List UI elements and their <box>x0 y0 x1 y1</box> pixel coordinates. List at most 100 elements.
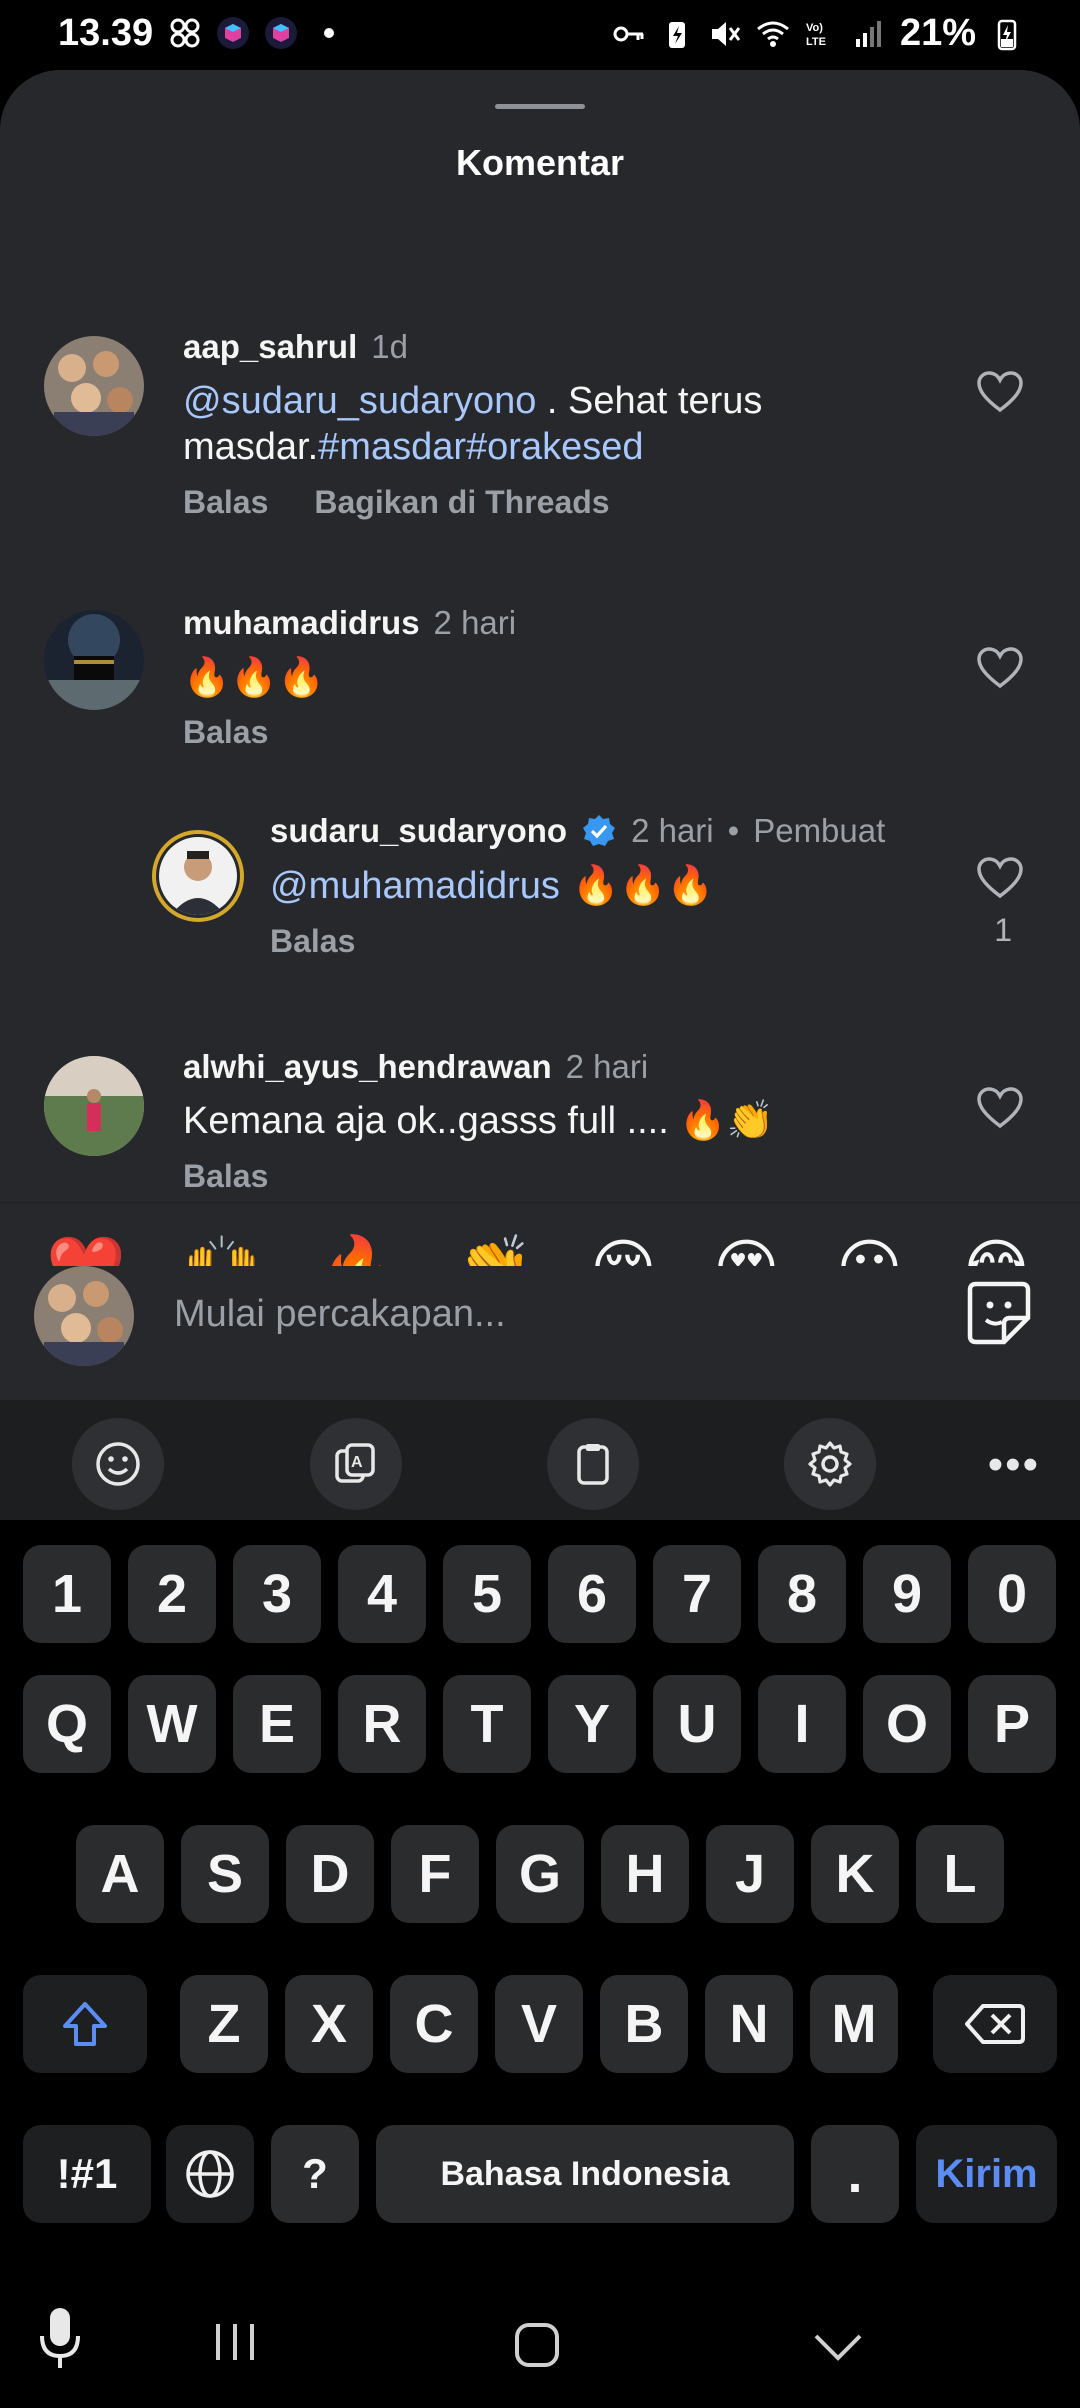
globe-icon <box>186 2150 234 2198</box>
comment-time: 1d <box>371 328 408 365</box>
battery-saver-icon <box>668 21 685 48</box>
sticker-icon[interactable] <box>964 1278 1034 1348</box>
key-c[interactable]: C <box>390 1975 478 2073</box>
key-g[interactable]: G <box>496 1825 584 1923</box>
key-j[interactable]: J <box>706 1825 794 1923</box>
more-options-icon[interactable]: ••• <box>988 1440 1040 1490</box>
comment-actions: Balas Bagikan di Threads <box>183 484 950 521</box>
key-1[interactable]: 1 <box>23 1545 111 1643</box>
key-v[interactable]: V <box>495 1975 583 2073</box>
microphone-icon[interactable] <box>36 2304 84 2374</box>
emoji-keyboard-button[interactable] <box>72 1418 164 1510</box>
keyboard-settings-button[interactable] <box>784 1418 876 1510</box>
reply-button[interactable]: Balas <box>183 484 268 521</box>
key-z[interactable]: Z <box>180 1975 268 2073</box>
like-heart-icon[interactable] <box>976 646 1024 690</box>
key-3[interactable]: 3 <box>233 1545 321 1643</box>
mention-link[interactable]: @muhamadidrus <box>270 865 560 907</box>
key-s[interactable]: S <box>181 1825 269 1923</box>
comment-body: alwhi_ayus_hendrawan 2 hari Kemana aja o… <box>183 1048 950 1195</box>
space-key[interactable]: Bahasa Indonesia <box>376 2125 794 2223</box>
comment-item: muhamadidrus 2 hari 🔥🔥🔥 Balas <box>0 520 1080 750</box>
avatar[interactable] <box>44 610 144 710</box>
key-8[interactable]: 8 <box>758 1545 846 1643</box>
key-t[interactable]: T <box>443 1675 531 1773</box>
key-9[interactable]: 9 <box>863 1545 951 1643</box>
reply-button[interactable]: Balas <box>270 923 355 960</box>
creator-avatar[interactable] <box>152 830 244 922</box>
key-m[interactable]: M <box>810 1975 898 2073</box>
cube-app-icon <box>217 17 249 49</box>
pinwheel-icon <box>170 18 200 48</box>
key-l[interactable]: L <box>916 1825 1004 1923</box>
backspace-key[interactable] <box>933 1975 1057 2073</box>
key-u[interactable]: U <box>653 1675 741 1773</box>
battery-charging-icon <box>997 19 1017 50</box>
comment-time: 2 hari <box>631 812 714 849</box>
dot-icon <box>324 28 334 38</box>
key-2[interactable]: 2 <box>128 1545 216 1643</box>
clipboard-button[interactable] <box>547 1418 639 1510</box>
comment-body: aap_sahrul 1d @sudaru_sudaryono . Sehat … <box>183 328 950 521</box>
mention-link[interactable]: @sudaru_sudaryono <box>183 380 536 422</box>
mute-icon <box>711 21 741 46</box>
period-key[interactable]: . <box>811 2125 899 2223</box>
key-i[interactable]: I <box>758 1675 846 1773</box>
key-a[interactable]: A <box>76 1825 164 1923</box>
like-heart-icon[interactable] <box>976 1086 1024 1130</box>
like-count: 1 <box>994 912 1012 948</box>
key-y[interactable]: Y <box>548 1675 636 1773</box>
language-key[interactable] <box>166 2125 254 2223</box>
comment-list[interactable]: aap_sahrul 1d @sudaru_sudaryono . Sehat … <box>0 250 1080 1200</box>
status-bar: 13.39 Vo) LTE 21% <box>0 0 1080 70</box>
share-threads-button[interactable]: Bagikan di Threads <box>314 484 609 521</box>
key-f[interactable]: F <box>391 1825 479 1923</box>
key-w[interactable]: W <box>128 1675 216 1773</box>
sheet-drag-handle[interactable] <box>495 104 585 109</box>
key-n[interactable]: N <box>705 1975 793 2073</box>
comment-username[interactable]: muhamadidrus <box>183 604 420 642</box>
home-icon[interactable] <box>512 2320 562 2370</box>
question-key[interactable]: ? <box>271 2125 359 2223</box>
key-r[interactable]: R <box>338 1675 426 1773</box>
comment-username[interactable]: aap_sahrul <box>183 328 357 366</box>
comment-body: muhamadidrus 2 hari 🔥🔥🔥 Balas <box>183 604 950 751</box>
reply-button[interactable]: Balas <box>183 1158 268 1195</box>
keyboard: 1 2 3 4 5 6 7 8 9 0 Q W E R T Y U I O P A S D F G H J K L Z X C V B N M !#1?… <box>0 1520 1080 2280</box>
smiley-icon <box>96 1442 140 1486</box>
comment-item: aap_sahrul 1d @sudaru_sudaryono . Sehat … <box>0 250 1080 520</box>
key-7[interactable]: 7 <box>653 1545 741 1643</box>
comment-input[interactable] <box>174 1284 914 1344</box>
key-d[interactable]: D <box>286 1825 374 1923</box>
shift-key[interactable] <box>23 1975 147 2073</box>
symbols-key[interactable]: !#1 <box>23 2125 151 2223</box>
key-0[interactable]: 0 <box>968 1545 1056 1643</box>
reply-button[interactable]: Balas <box>183 714 268 751</box>
send-key[interactable]: Kirim <box>916 2125 1057 2223</box>
comment-username[interactable]: alwhi_ayus_hendrawan <box>183 1048 552 1086</box>
key-p[interactable]: P <box>968 1675 1056 1773</box>
avatar[interactable] <box>44 336 144 436</box>
keyboard-toolbar: A ••• <box>0 1400 1080 1520</box>
comment-username[interactable]: sudaru_sudaryono <box>270 812 567 850</box>
like-heart-icon[interactable] <box>976 856 1024 900</box>
key-5[interactable]: 5 <box>443 1545 531 1643</box>
key-x[interactable]: X <box>285 1975 373 2073</box>
key-h[interactable]: H <box>601 1825 689 1923</box>
key-6[interactable]: 6 <box>548 1545 636 1643</box>
key-o[interactable]: O <box>863 1675 951 1773</box>
hashtag-link[interactable]: #masdar#orakesed <box>318 426 643 468</box>
avatar[interactable] <box>44 1056 144 1156</box>
like-heart-icon[interactable] <box>976 370 1024 414</box>
key-e[interactable]: E <box>233 1675 321 1773</box>
ai-writing-button[interactable]: A <box>310 1418 402 1510</box>
key-k[interactable]: K <box>811 1825 899 1923</box>
key-b[interactable]: B <box>600 1975 688 2073</box>
svg-text:LTE: LTE <box>806 36 826 48</box>
comment-item: alwhi_ayus_hendrawan 2 hari Kemana aja o… <box>0 980 1080 1200</box>
recent-apps-icon[interactable] <box>210 2320 260 2364</box>
chevron-down-icon[interactable] <box>812 2330 864 2364</box>
key-q[interactable]: Q <box>23 1675 111 1773</box>
key-4[interactable]: 4 <box>338 1545 426 1643</box>
navigation-bar <box>0 2280 1080 2408</box>
